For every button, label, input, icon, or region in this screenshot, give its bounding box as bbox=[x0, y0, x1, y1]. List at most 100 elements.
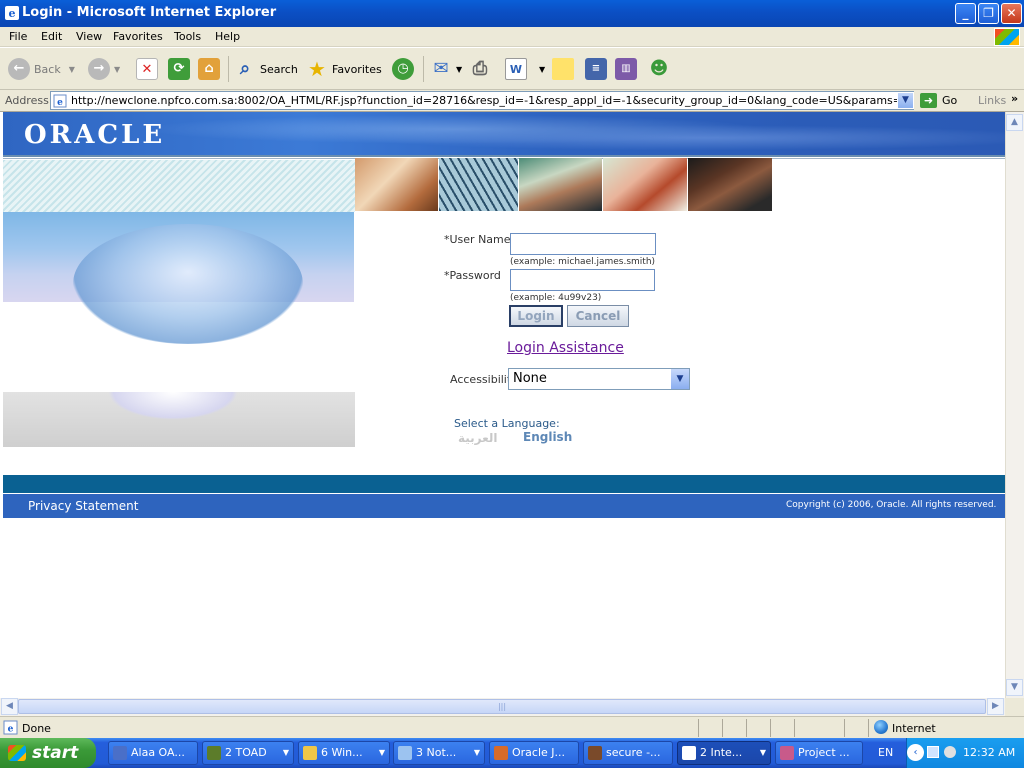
start-button[interactable]: start bbox=[0, 738, 96, 768]
copyright-text: Copyright (c) 2006, Oracle. All rights r… bbox=[786, 500, 997, 510]
project-icon bbox=[780, 746, 794, 760]
chevron-down-icon: ▼ bbox=[759, 748, 766, 757]
clock: 12:32 AM bbox=[963, 746, 1016, 759]
password-input[interactable] bbox=[510, 269, 655, 291]
vertical-scrollbar[interactable]: ▲ ▼ bbox=[1005, 112, 1024, 698]
scroll-left-icon[interactable]: ◀ bbox=[1, 698, 18, 715]
messenger-tool-button[interactable]: ≡ bbox=[585, 56, 611, 82]
home-icon: ⌂ bbox=[198, 58, 220, 80]
history-button[interactable]: ◷ bbox=[392, 56, 418, 82]
login-button[interactable]: Login bbox=[509, 305, 563, 327]
svg-text:e: e bbox=[8, 725, 14, 735]
scroll-up-icon[interactable]: ▲ bbox=[1006, 114, 1023, 131]
menu-tools[interactable]: Tools bbox=[174, 30, 201, 43]
edit-button[interactable]: W ▼ bbox=[505, 56, 545, 82]
scroll-thumb[interactable]: ||| bbox=[18, 699, 986, 714]
favorites-button[interactable]: ★ Favorites bbox=[306, 56, 382, 82]
login-assistance-link[interactable]: Login Assistance bbox=[507, 340, 624, 356]
address-input[interactable]: http://newclone.npfco.com.sa:8002/OA_HTM… bbox=[50, 91, 914, 110]
photo-man-computer bbox=[519, 158, 602, 211]
terminal-icon bbox=[588, 746, 602, 760]
search-icon: ⌕ bbox=[239, 58, 251, 79]
menu-file[interactable]: File bbox=[9, 30, 27, 43]
oracle-logo: ORACLE bbox=[24, 120, 166, 150]
tray-app-icon[interactable] bbox=[944, 746, 956, 758]
forward-arrow-icon: → bbox=[88, 58, 110, 80]
globe-image-reflection bbox=[3, 392, 355, 447]
language-arabic-link[interactable]: العربية bbox=[458, 431, 498, 445]
taskbar-item[interactable]: Oracle J... bbox=[489, 741, 579, 765]
privacy-statement-link[interactable]: Privacy Statement bbox=[28, 499, 138, 513]
toad-icon bbox=[207, 746, 221, 760]
accessibility-select[interactable]: None bbox=[508, 368, 690, 390]
ie-icon bbox=[682, 746, 696, 760]
address-label: Address bbox=[5, 94, 49, 107]
status-panel bbox=[698, 719, 722, 737]
tray-expand-icon[interactable]: ‹ bbox=[907, 744, 924, 761]
forward-button[interactable]: → ▼ bbox=[88, 56, 120, 82]
java-icon bbox=[494, 746, 508, 760]
windows-logo-icon bbox=[994, 28, 1020, 46]
print-button[interactable]: ⎙ bbox=[469, 56, 495, 82]
research-button[interactable]: ▥ bbox=[615, 56, 641, 82]
windows-flag-icon bbox=[8, 745, 26, 761]
globe-image bbox=[3, 212, 354, 344]
taskbar-item[interactable]: 2 TOAD ▼ bbox=[202, 741, 294, 765]
taskbar-item[interactable]: secure -... bbox=[583, 741, 673, 765]
messenger-button[interactable]: ☻ bbox=[648, 56, 674, 82]
taskbar-item[interactable]: 6 Win... ▼ bbox=[298, 741, 390, 765]
menu-help[interactable]: Help bbox=[215, 30, 240, 43]
page-done-icon: e bbox=[3, 720, 18, 735]
security-zone: Internet bbox=[892, 722, 936, 735]
menu-edit[interactable]: Edit bbox=[41, 30, 62, 43]
horizontal-scrollbar[interactable]: ◀ ||| ▶ bbox=[0, 698, 1005, 716]
note-icon bbox=[552, 58, 574, 80]
back-button[interactable]: ← Back ▼ bbox=[8, 56, 75, 82]
notepad-icon bbox=[398, 746, 412, 760]
toolbar: ← Back ▼ → ▼ ✕ ⟳ ⌂ ⌕ Search ★ Favorites … bbox=[0, 48, 1024, 90]
chevron-down-icon[interactable]: ▼ bbox=[671, 369, 689, 389]
research-icon: ≡ bbox=[585, 58, 607, 80]
taskbar-item[interactable]: 3 Not... ▼ bbox=[393, 741, 485, 765]
status-panel bbox=[794, 719, 844, 737]
refresh-button[interactable]: ⟳ bbox=[168, 56, 194, 82]
chevron-down-icon: ▼ bbox=[378, 748, 385, 757]
scroll-down-icon[interactable]: ▼ bbox=[1006, 679, 1023, 696]
menu-favorites[interactable]: Favorites bbox=[113, 30, 163, 43]
star-icon: ★ bbox=[308, 57, 326, 81]
history-icon: ◷ bbox=[392, 58, 414, 80]
cancel-button[interactable]: Cancel bbox=[567, 305, 629, 327]
search-button[interactable]: ⌕ Search bbox=[234, 56, 298, 82]
page-icon: e bbox=[53, 94, 67, 108]
decorative-stripes bbox=[3, 160, 355, 212]
printer-icon: ⎙ bbox=[472, 58, 488, 79]
username-input[interactable] bbox=[510, 233, 656, 255]
go-button[interactable]: ➜ Go bbox=[920, 93, 957, 108]
taskbar-item[interactable]: 2 Inte... ▼ bbox=[677, 741, 771, 765]
maximize-button[interactable]: ❐ bbox=[978, 3, 999, 24]
status-bar: e Done Internet bbox=[0, 716, 1024, 738]
mail-button[interactable]: ✉ ▼ bbox=[430, 56, 462, 82]
taskbar-item[interactable]: Alaa OA... bbox=[108, 741, 198, 765]
home-button[interactable]: ⌂ bbox=[198, 56, 224, 82]
mail-dropdown-icon: ▼ bbox=[456, 64, 463, 74]
address-dropdown-icon[interactable]: ▼ bbox=[897, 92, 914, 109]
scroll-right-icon[interactable]: ▶ bbox=[987, 698, 1004, 715]
title-bar: e Login - Microsoft Internet Explorer _ … bbox=[0, 0, 1024, 27]
toolbar-separator bbox=[423, 56, 424, 82]
close-button[interactable]: ✕ bbox=[1001, 3, 1022, 24]
language-indicator[interactable]: EN bbox=[878, 746, 893, 759]
minimize-button[interactable]: _ bbox=[955, 3, 976, 24]
window-icon bbox=[113, 746, 127, 760]
header-rule bbox=[3, 155, 1005, 157]
network-icon[interactable] bbox=[927, 746, 939, 758]
menu-view[interactable]: View bbox=[76, 30, 102, 43]
taskbar: start Alaa OA... 2 TOAD ▼ 6 Win... ▼ 3 Not… bbox=[0, 738, 1024, 768]
stop-button[interactable]: ✕ bbox=[136, 56, 162, 82]
chevron-right-icon[interactable]: » bbox=[1011, 92, 1018, 105]
status-panel bbox=[868, 719, 1018, 737]
taskbar-item[interactable]: Project ... bbox=[775, 741, 863, 765]
links-toolbar[interactable]: Links bbox=[978, 94, 1006, 107]
discuss-button[interactable] bbox=[552, 56, 578, 82]
back-arrow-icon: ← bbox=[8, 58, 30, 80]
